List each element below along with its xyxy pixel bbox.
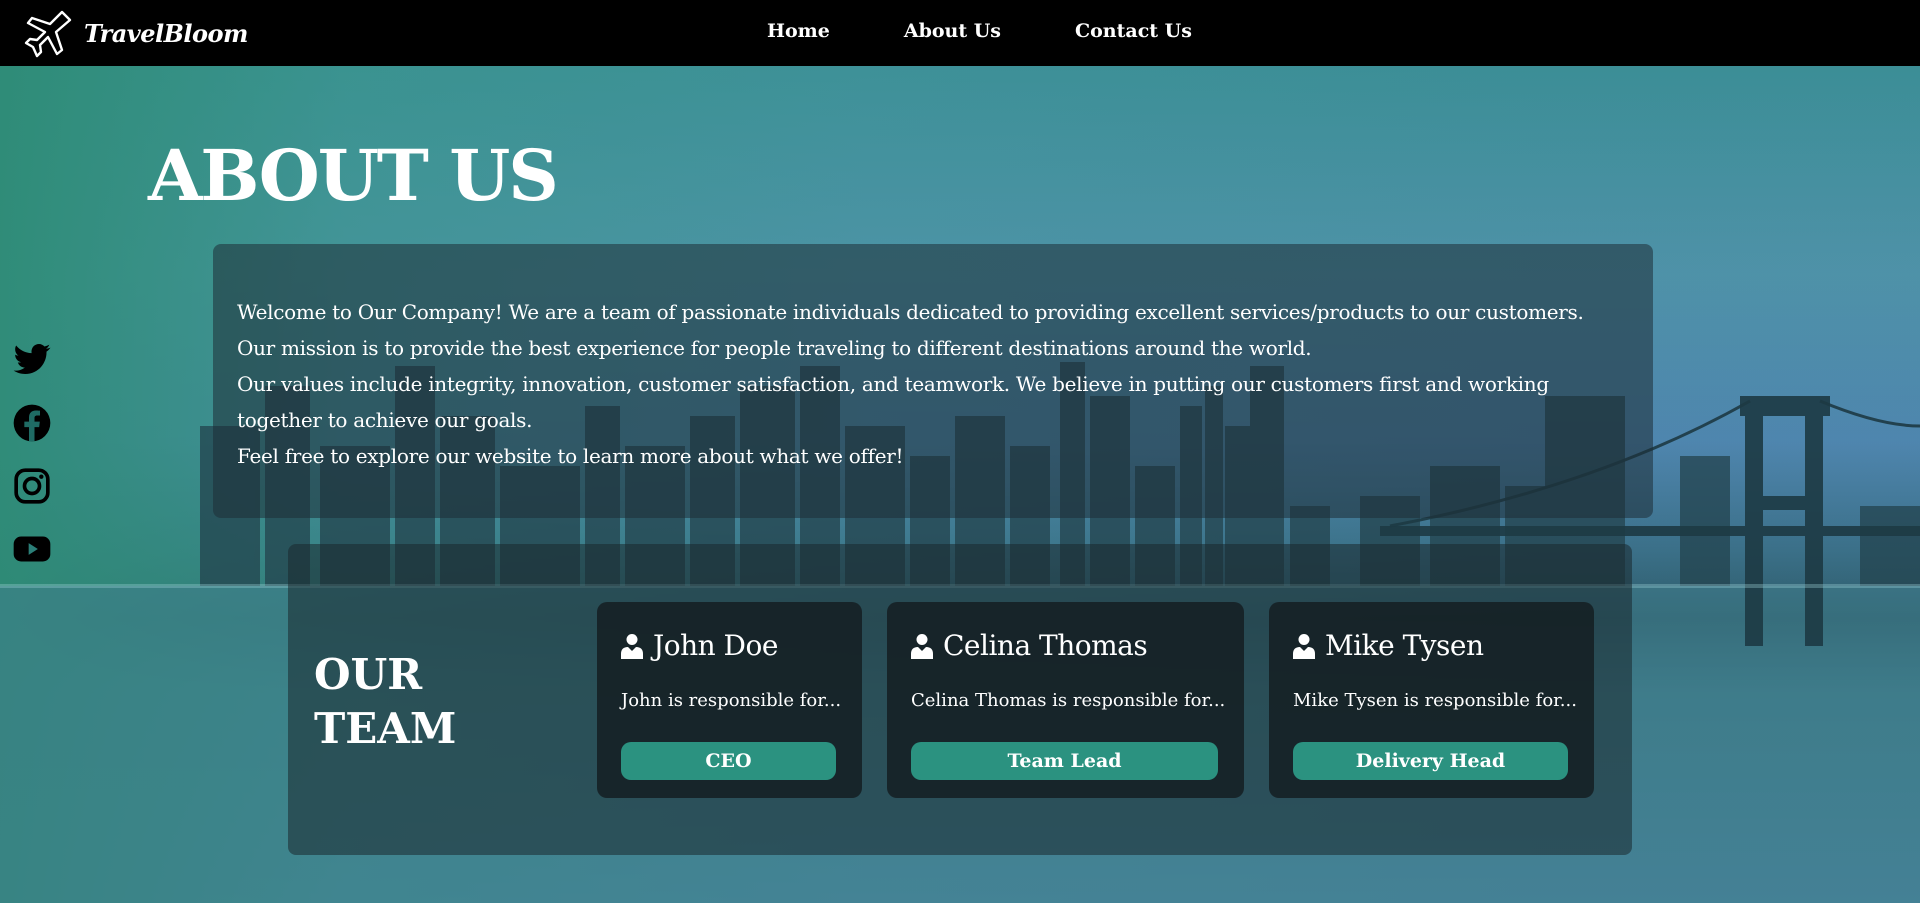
role-button-team-lead[interactable]: Team Lead (911, 742, 1218, 780)
user-icon (621, 633, 643, 659)
navbar: TravelBloom Home About Us Contact Us (0, 0, 1920, 66)
about-paragraph: Feel free to explore our website to lear… (237, 444, 904, 468)
facebook-icon[interactable] (12, 403, 52, 443)
user-icon (1293, 633, 1315, 659)
member-description: Celina Thomas is responsible for... (911, 690, 1226, 711)
twitter-icon[interactable] (12, 340, 52, 380)
team-card-celina-thomas: Celina Thomas Celina Thomas is responsib… (887, 602, 1244, 798)
member-name: Mike Tysen (1325, 629, 1484, 662)
about-paragraph: Our values include integrity, innovation… (237, 372, 1549, 432)
brand[interactable]: TravelBloom (22, 6, 248, 60)
user-icon (911, 633, 933, 659)
member-description: Mike Tysen is responsible for... (1293, 690, 1577, 711)
about-paragraph: Our mission is to provide the best exper… (237, 336, 1312, 360)
nav-about-link[interactable]: About Us (904, 20, 1001, 42)
role-button-delivery-head[interactable]: Delivery Head (1293, 742, 1568, 780)
brand-name: TravelBloom (84, 18, 248, 48)
nav-links: Home About Us Contact Us (767, 20, 1266, 42)
member-description: John is responsible for... (621, 690, 842, 711)
team-title-line2: TEAM (314, 704, 457, 753)
member-name: Celina Thomas (943, 629, 1148, 662)
member-name: John Doe (653, 629, 778, 662)
nav-home-link[interactable]: Home (767, 20, 830, 42)
airplane-icon (24, 10, 72, 58)
page-title: ABOUT US (148, 134, 559, 217)
social-sidebar (12, 340, 52, 592)
about-paragraph: Welcome to Our Company! We are a team of… (237, 300, 1584, 324)
team-panel: OUR TEAM John Doe John is responsible fo… (288, 544, 1632, 855)
team-card-john-doe: John Doe John is responsible for... CEO (597, 602, 862, 798)
role-button-ceo[interactable]: CEO (621, 742, 836, 780)
team-card-mike-tysen: Mike Tysen Mike Tysen is responsible for… (1269, 602, 1594, 798)
nav-contact-link[interactable]: Contact Us (1075, 20, 1192, 42)
team-title-line1: OUR (314, 650, 423, 699)
instagram-icon[interactable] (12, 466, 52, 506)
youtube-icon[interactable] (12, 529, 52, 569)
about-panel: Welcome to Our Company! We are a team of… (213, 244, 1653, 518)
team-title: OUR TEAM (314, 648, 474, 756)
